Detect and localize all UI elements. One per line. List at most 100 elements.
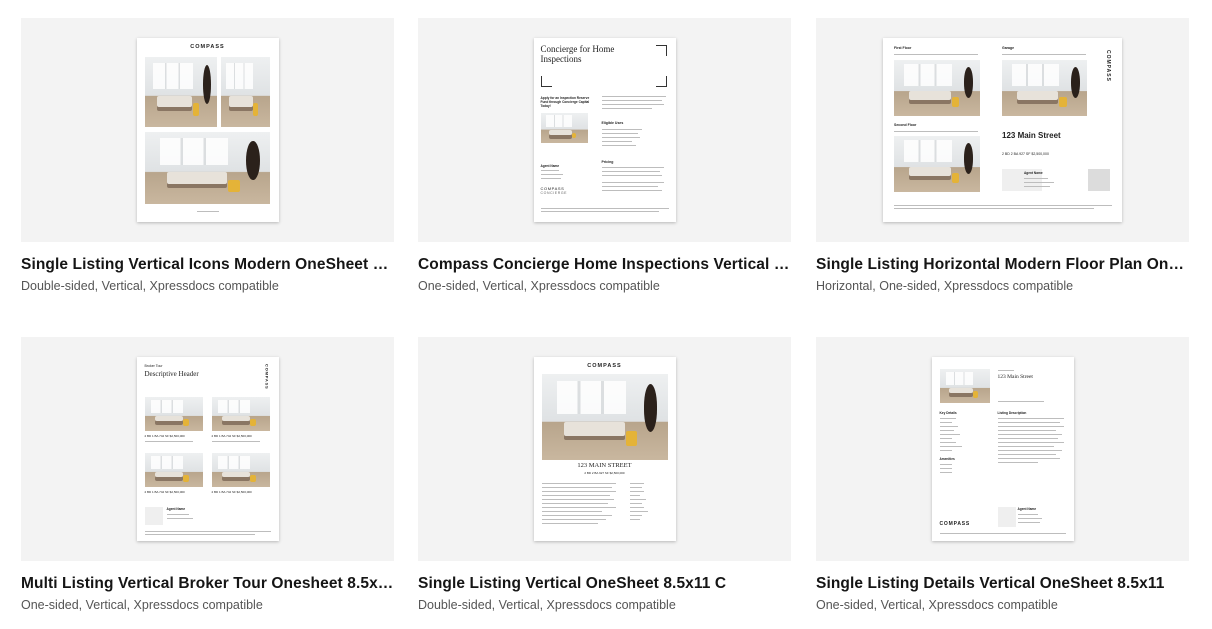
text-line xyxy=(1024,178,1048,179)
text-line xyxy=(540,174,563,175)
text-line xyxy=(629,519,640,520)
template-thumbnail[interactable]: Broker Tour Descriptive Header COMPASS 2… xyxy=(21,337,394,561)
text-line xyxy=(939,434,960,435)
preview-section-b: Pricing xyxy=(601,160,614,164)
text-line xyxy=(166,518,193,519)
listing-photo xyxy=(144,57,217,127)
preview-brand-sub: CONCIERGE xyxy=(540,191,568,195)
text-line xyxy=(939,438,952,439)
template-card[interactable]: 123 Main Street Key Details Listing Desc… xyxy=(816,337,1189,612)
preview-address: 123 MAIN STREET xyxy=(577,462,632,469)
template-title[interactable]: Single Listing Details Vertical OneSheet… xyxy=(816,575,1189,593)
text-line xyxy=(939,450,952,451)
text-line xyxy=(601,137,640,138)
text-line xyxy=(601,96,666,97)
template-meta: One-sided, Vertical, Xpressdocs compatib… xyxy=(418,279,660,293)
template-card[interactable]: Concierge for Home Inspections Apply for… xyxy=(418,18,791,293)
template-thumbnail[interactable]: First Floor Garage COMPASS Second Floor … xyxy=(816,18,1189,242)
preview-brand: COMPASS xyxy=(587,363,622,369)
text-line xyxy=(541,503,608,504)
listing-photo xyxy=(894,136,980,192)
listing-photo xyxy=(144,453,203,487)
footer-text-line xyxy=(894,208,1094,209)
preview-agent: Agent Name xyxy=(1024,171,1043,175)
template-meta: Double-sided, Vertical, Xpressdocs compa… xyxy=(418,598,676,612)
text-line xyxy=(601,167,664,168)
divider xyxy=(894,131,978,132)
document-preview: Broker Tour Descriptive Header COMPASS 2… xyxy=(136,357,279,541)
text-line xyxy=(540,178,561,179)
text-line xyxy=(541,523,598,524)
text-line xyxy=(541,491,616,492)
listing-photo xyxy=(144,132,270,204)
text-line xyxy=(997,401,1044,402)
text-line xyxy=(211,441,260,442)
template-title[interactable]: Multi Listing Vertical Broker Tour Onesh… xyxy=(21,575,394,593)
preview-stats: 2 BD 1 BA 742 SF $2,500,000 xyxy=(144,434,185,438)
listing-photo xyxy=(144,397,203,431)
document-preview: Concierge for Home Inspections Apply for… xyxy=(533,38,676,222)
preview-brand: COMPASS xyxy=(264,364,270,390)
text-line xyxy=(629,495,640,496)
preview-stats: 2 BD 2 BA 927 SF $2,500,000 xyxy=(1002,152,1049,156)
template-title[interactable]: Single Listing Vertical Icons Modern One… xyxy=(21,256,394,274)
text-line xyxy=(1024,182,1054,183)
template-card[interactable]: Broker Tour Descriptive Header COMPASS 2… xyxy=(21,337,394,612)
divider xyxy=(894,54,978,55)
listing-photo xyxy=(939,369,990,403)
preview-section-c: Amenities xyxy=(939,457,955,461)
template-thumbnail[interactable]: COMPASS 123 MAIN STREET 2 BD 2 BA 927 SF… xyxy=(418,337,791,561)
preview-label-a: First Floor xyxy=(894,46,912,50)
template-title[interactable]: Single Listing Horizontal Modern Floor P… xyxy=(816,256,1189,274)
preview-side-heading: Apply for an Inspection Reserve Fund thr… xyxy=(540,96,590,108)
footer-text-line xyxy=(196,211,219,212)
preview-section-b: Listing Description xyxy=(997,411,1027,415)
footer-text-line xyxy=(939,533,1066,534)
template-card[interactable]: COMPASS 123 MAIN STREET 2 BD 2 BA 927 SF… xyxy=(418,337,791,612)
text-line xyxy=(601,100,662,101)
preview-heading: Concierge for Home Inspections xyxy=(540,44,615,64)
listing-photo xyxy=(211,397,270,431)
agent-photo xyxy=(997,507,1016,527)
text-line xyxy=(601,186,658,187)
template-title[interactable]: Compass Concierge Home Inspections Verti… xyxy=(418,256,791,274)
text-line xyxy=(629,487,642,488)
footer-text-line xyxy=(144,531,271,532)
text-line xyxy=(939,468,952,469)
text-line xyxy=(997,450,1062,451)
preview-agent: Agent Name xyxy=(166,507,186,511)
text-line xyxy=(601,182,664,183)
template-thumbnail[interactable]: COMPASS xyxy=(21,18,394,242)
corner-mark xyxy=(655,76,667,87)
text-line xyxy=(997,370,1014,371)
preview-address: 123 Main Street xyxy=(1002,131,1061,140)
text-line xyxy=(629,491,644,492)
corner-mark xyxy=(655,45,667,56)
listing-photo xyxy=(211,453,270,487)
text-line xyxy=(1017,514,1038,515)
text-line xyxy=(997,434,1062,435)
text-line xyxy=(629,483,644,484)
footer-text-line xyxy=(540,208,669,209)
template-meta: One-sided, Vertical, Xpressdocs compatib… xyxy=(21,598,263,612)
template-title[interactable]: Single Listing Vertical OneSheet 8.5x11 … xyxy=(418,575,791,593)
text-line xyxy=(997,418,1064,419)
preview-address: 123 Main Street xyxy=(997,374,1033,380)
text-line xyxy=(601,129,642,130)
preview-label-b: Garage xyxy=(1002,46,1015,50)
template-card[interactable]: COMPASS Single Listing Vertical Icons Mo… xyxy=(21,18,394,293)
template-card[interactable]: First Floor Garage COMPASS Second Floor … xyxy=(816,18,1189,293)
template-thumbnail[interactable]: 123 Main Street Key Details Listing Desc… xyxy=(816,337,1189,561)
text-line xyxy=(601,133,638,134)
preview-section-a: Key Details xyxy=(939,411,957,415)
template-thumbnail[interactable]: Concierge for Home Inspections Apply for… xyxy=(418,18,791,242)
text-line xyxy=(939,442,956,443)
text-line xyxy=(629,503,642,504)
text-line xyxy=(541,515,612,516)
document-preview: COMPASS 123 MAIN STREET 2 BD 2 BA 927 SF… xyxy=(533,357,676,541)
preview-eyebrow: Broker Tour xyxy=(144,364,163,368)
preview-stats: 2 BD 1 BA 742 SF $2,500,000 xyxy=(211,490,252,494)
text-line xyxy=(541,487,612,488)
text-line xyxy=(997,430,1056,431)
text-line xyxy=(939,426,958,427)
